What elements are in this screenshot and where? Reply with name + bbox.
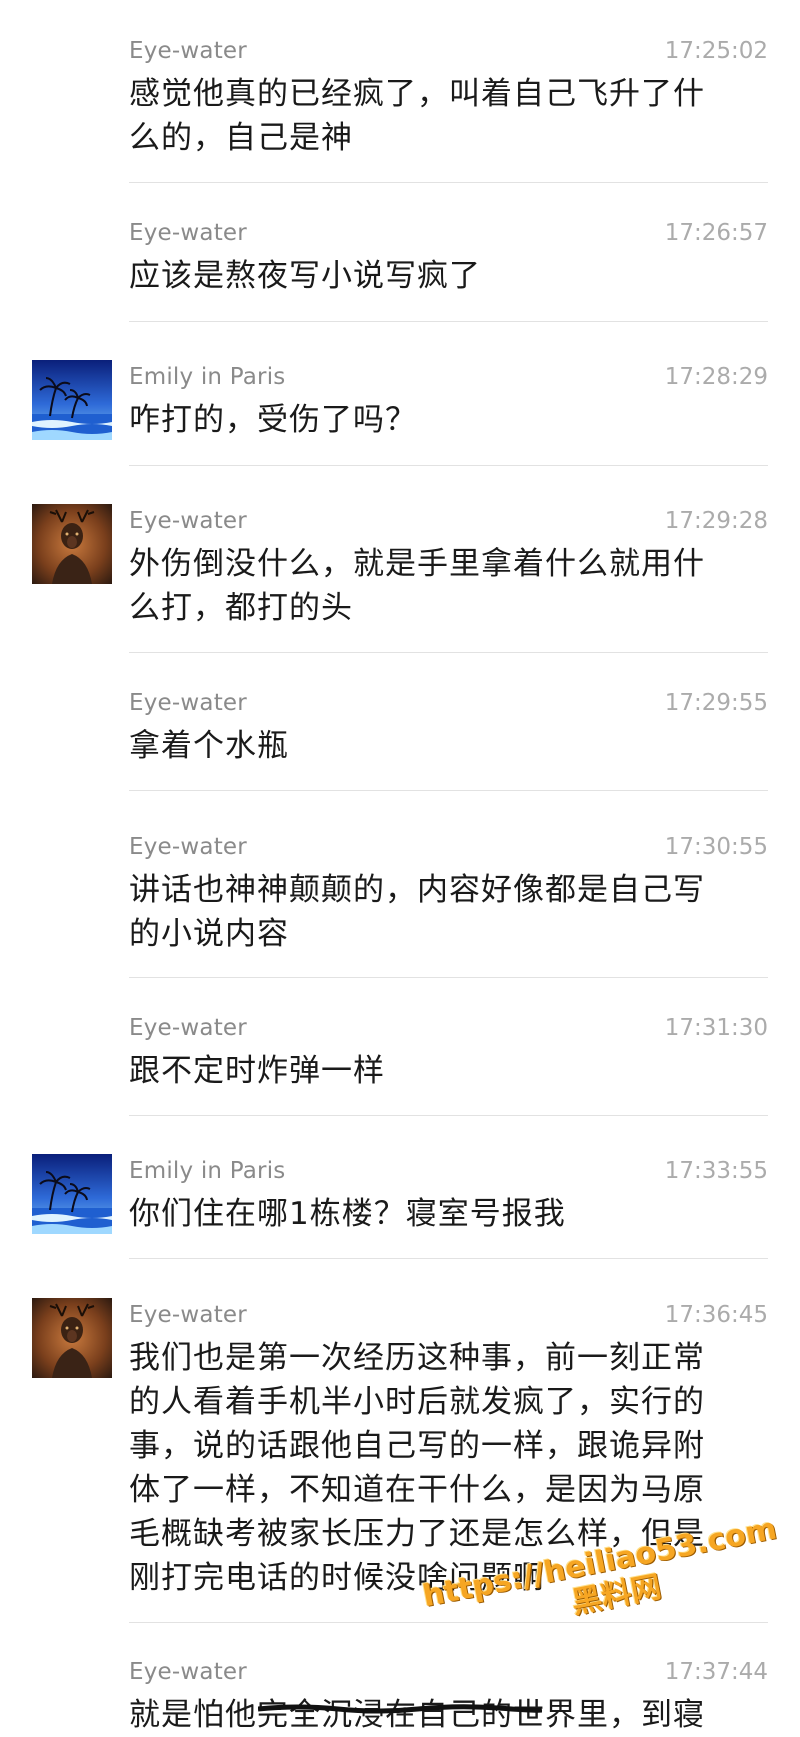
message-time: 17:33:55: [664, 1158, 768, 1184]
message-line: 拿着个水瓶: [129, 728, 289, 764]
message-line: 的小说内容: [129, 916, 289, 952]
message-line: 就是怕他完全沉浸在自己的世界里，到寝: [129, 1697, 705, 1733]
sender-name: Eye-water: [129, 1659, 247, 1685]
message-line: 毛概缺考被家长压力了还是怎么样，但是: [129, 1516, 705, 1552]
message-line: 刚打完电话的时候没啥问题啊: [129, 1560, 545, 1596]
divider: [129, 465, 768, 466]
sender-name: Eye-water: [129, 220, 247, 246]
message-time: 17:26:57: [664, 220, 768, 246]
message-text: 应该是熬夜写小说写疯了: [129, 254, 759, 298]
message-line: 我们也是第一次经历这种事，前一刻正常: [129, 1340, 705, 1376]
message-line: 体了一样，不知道在干什么，是因为马原: [129, 1472, 705, 1508]
message-line: 么打，都打的头: [129, 590, 353, 626]
message-text: 外伤倒没什么，就是手里拿着什么就用什 么打，都打的头: [129, 542, 759, 630]
divider: [129, 790, 768, 791]
message-text: 你们住在哪1栋楼？寝室号报我: [129, 1192, 759, 1236]
message-line: 讲话也神神颠颠的，内容好像都是自己写: [129, 872, 705, 908]
message-text: 拿着个水瓶: [129, 724, 759, 768]
divider: [129, 1258, 768, 1259]
deer-avatar[interactable]: [32, 504, 112, 584]
message-time: 17:25:02: [664, 38, 768, 64]
sender-name: Emily in Paris: [129, 1158, 286, 1184]
message-text: 就是怕他完全沉浸在自己的世界里，到寝: [129, 1693, 759, 1737]
message-line: 跟不定时炸弹一样: [129, 1053, 385, 1089]
message-line: 外伤倒没什么，就是手里拿着什么就用什: [129, 546, 705, 582]
message-line: 的人看着手机半小时后就发疯了，实行的: [129, 1384, 705, 1420]
sender-name: Eye-water: [129, 1015, 247, 1041]
message-text: 我们也是第一次经历这种事，前一刻正常 的人看着手机半小时后就发疯了，实行的 事，…: [129, 1336, 759, 1600]
message-line: 你们住在哪1栋楼？寝室号报我: [129, 1196, 566, 1232]
beach-palm-avatar[interactable]: [32, 1154, 112, 1234]
sender-name: Eye-water: [129, 1302, 247, 1328]
sender-name: Eye-water: [129, 690, 247, 716]
message-line: 应该是熬夜写小说写疯了: [129, 258, 481, 294]
sender-name: Eye-water: [129, 38, 247, 64]
divider: [129, 652, 768, 653]
divider: [129, 1115, 768, 1116]
beach-palm-avatar[interactable]: [32, 360, 112, 440]
sender-name: Eye-water: [129, 508, 247, 534]
divider: [129, 1622, 768, 1623]
message-text: 咋打的，受伤了吗？: [129, 398, 759, 442]
message-text: 感觉他真的已经疯了，叫着自己飞升了什 么的，自己是神: [129, 72, 759, 160]
message-line: 事，说的话跟他自己写的一样，跟诡异附: [129, 1428, 705, 1464]
message-time: 17:28:29: [664, 364, 768, 390]
divider: [129, 182, 768, 183]
sender-name: Emily in Paris: [129, 364, 286, 390]
deer-avatar[interactable]: [32, 1298, 112, 1378]
message-time: 17:31:30: [664, 1015, 768, 1041]
divider: [129, 977, 768, 978]
message-time: 17:29:28: [664, 508, 768, 534]
message-time: 17:36:45: [664, 1302, 768, 1328]
message-time: 17:30:55: [664, 834, 768, 860]
sender-name: Eye-water: [129, 834, 247, 860]
divider: [129, 321, 768, 322]
message-line: 咋打的，受伤了吗？: [129, 402, 417, 438]
message-time: 17:29:55: [664, 690, 768, 716]
chat-history: Eye-water 17:25:02 感觉他真的已经疯了，叫着自己飞升了什 么的…: [0, 0, 800, 1733]
message-text: 跟不定时炸弹一样: [129, 1049, 759, 1093]
message-time: 17:37:44: [664, 1659, 768, 1685]
message-line: 感觉他真的已经疯了，叫着自己飞升了什: [129, 76, 705, 112]
message-line: 么的，自己是神: [129, 120, 353, 156]
message-text: 讲话也神神颠颠的，内容好像都是自己写 的小说内容: [129, 868, 759, 956]
